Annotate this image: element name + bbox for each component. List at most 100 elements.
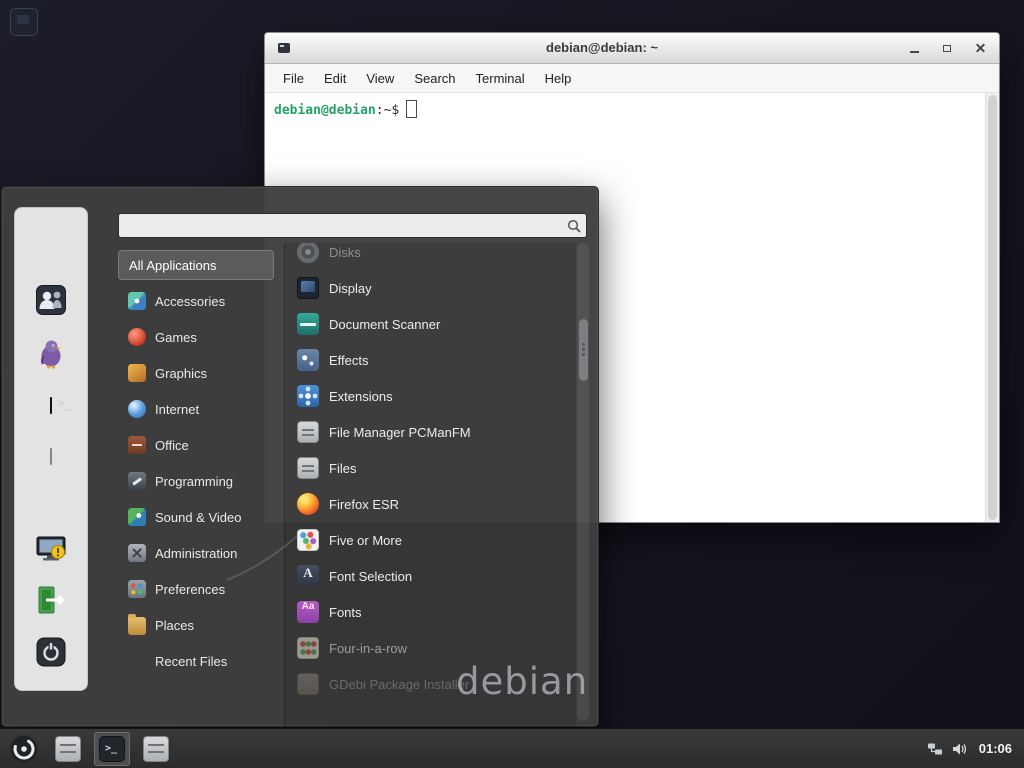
- category-internet[interactable]: Internet: [118, 391, 274, 427]
- file-manager-icon: [55, 736, 81, 762]
- category-list: All Applications Accessories Games Graph…: [118, 247, 274, 679]
- taskbar-terminal-button[interactable]: [94, 732, 130, 766]
- app-item-document-scanner[interactable]: Document Scanner: [285, 306, 576, 342]
- pidgin-icon: [34, 336, 68, 370]
- app-item-font-selection[interactable]: Font Selection: [285, 558, 576, 594]
- favorite-logout[interactable]: [34, 583, 68, 617]
- volume-icon[interactable]: [951, 741, 967, 757]
- menu-view[interactable]: View: [356, 66, 404, 91]
- terminal-titlebar[interactable]: debian@debian: ~: [265, 33, 999, 64]
- application-list: Disks Display Document Scanner Effects E…: [284, 243, 576, 727]
- preferences-icon: [128, 580, 146, 598]
- menu-help[interactable]: Help: [535, 66, 582, 91]
- category-recent-files[interactable]: Recent Files: [118, 643, 274, 679]
- taskbar-file-manager-button[interactable]: [50, 732, 86, 766]
- search-input[interactable]: [123, 215, 564, 236]
- menu-button[interactable]: [6, 732, 42, 766]
- app-item-file-manager-pcmanfm[interactable]: File Manager PCManFM: [285, 414, 576, 450]
- app-item-five-or-more[interactable]: Five or More: [285, 522, 576, 558]
- gdebi-icon: [297, 673, 319, 695]
- desktop: debian@debian: ~ File Edit View Search T…: [0, 0, 1024, 768]
- category-accessories[interactable]: Accessories: [118, 283, 274, 319]
- menu-terminal[interactable]: Terminal: [466, 66, 535, 91]
- favorite-file-cabinet[interactable]: [34, 439, 68, 473]
- prompt-suffix: :~$: [376, 103, 399, 118]
- favorite-terminal[interactable]: [34, 388, 68, 422]
- category-administration[interactable]: Administration: [118, 535, 274, 571]
- four-in-a-row-icon: [297, 637, 319, 659]
- desktop-shortcut-icon[interactable]: [10, 8, 38, 36]
- app-item-four-in-a-row[interactable]: Four-in-a-row: [285, 630, 576, 666]
- font-selection-icon: [297, 565, 319, 587]
- category-programming[interactable]: Programming: [118, 463, 274, 499]
- applications-scrollbar[interactable]: [577, 243, 589, 721]
- taskbar-files-button[interactable]: [138, 732, 174, 766]
- file-manager-icon: [297, 421, 319, 443]
- internet-icon: [128, 400, 146, 418]
- accessories-icon: [128, 292, 146, 310]
- games-icon: [128, 328, 146, 346]
- file-cabinet-icon: [50, 448, 52, 465]
- category-games[interactable]: Games: [118, 319, 274, 355]
- favorites-panel: [14, 207, 88, 691]
- favorite-shutdown[interactable]: [34, 635, 68, 669]
- recent-files-icon: [128, 652, 146, 670]
- firefox-icon: [297, 493, 319, 515]
- category-all-applications[interactable]: All Applications: [118, 250, 274, 280]
- effects-icon: [297, 349, 319, 371]
- app-item-effects[interactable]: Effects: [285, 342, 576, 378]
- taskbar: 01:06: [0, 728, 1024, 768]
- category-graphics[interactable]: Graphics: [118, 355, 274, 391]
- programming-icon: [128, 472, 146, 490]
- clock[interactable]: 01:06: [979, 741, 1012, 756]
- distro-logo-icon: [9, 734, 39, 764]
- fonts-icon: [297, 601, 319, 623]
- category-sound-video[interactable]: Sound & Video: [118, 499, 274, 535]
- users-icon: [34, 283, 68, 317]
- sound-video-icon: [128, 508, 146, 526]
- files-icon: [143, 736, 169, 762]
- applications-scrollbar-thumb[interactable]: [579, 319, 588, 381]
- shutdown-icon: [34, 635, 68, 669]
- terminal-window-icon: [278, 43, 290, 53]
- document-scanner-icon: [297, 313, 319, 335]
- favorite-users[interactable]: [34, 283, 68, 317]
- app-item-extensions[interactable]: Extensions: [285, 378, 576, 414]
- close-button[interactable]: [974, 42, 987, 55]
- favorite-pidgin[interactable]: [34, 336, 68, 370]
- display-icon: [297, 277, 319, 299]
- app-item-display[interactable]: Display: [285, 270, 576, 306]
- category-places[interactable]: Places: [118, 607, 274, 643]
- display-settings-icon: [34, 532, 68, 566]
- category-preferences[interactable]: Preferences: [118, 571, 274, 607]
- five-or-more-icon: [297, 529, 319, 551]
- terminal-menubar: File Edit View Search Terminal Help: [265, 64, 999, 93]
- app-item-disks[interactable]: Disks: [285, 243, 576, 270]
- terminal-scrollbar-thumb[interactable]: [988, 95, 997, 520]
- logout-icon: [34, 583, 68, 617]
- favorite-display-settings[interactable]: [34, 532, 68, 566]
- app-item-firefox-esr[interactable]: Firefox ESR: [285, 486, 576, 522]
- extensions-icon: [297, 385, 319, 407]
- application-menu: All Applications Accessories Games Graph…: [1, 186, 599, 727]
- places-icon: [128, 617, 146, 635]
- terminal-scrollbar[interactable]: [985, 93, 999, 522]
- terminal-icon: [50, 397, 52, 414]
- terminal-cursor: [406, 100, 417, 118]
- app-item-fonts[interactable]: Fonts: [285, 594, 576, 630]
- administration-icon: [128, 544, 146, 562]
- terminal-title: debian@debian: ~: [325, 33, 879, 63]
- prompt-user-host: debian@debian: [274, 103, 376, 118]
- search-box: [118, 213, 587, 238]
- menu-edit[interactable]: Edit: [314, 66, 356, 91]
- window-controls: [908, 33, 987, 63]
- category-office[interactable]: Office: [118, 427, 274, 463]
- maximize-button[interactable]: [941, 42, 954, 55]
- favorite-firefox[interactable]: [34, 232, 68, 266]
- app-item-files[interactable]: Files: [285, 450, 576, 486]
- network-icon[interactable]: [927, 741, 943, 757]
- menu-search[interactable]: Search: [404, 66, 465, 91]
- menu-file[interactable]: File: [273, 66, 314, 91]
- app-item-gdebi-package-installer[interactable]: GDebi Package Installer: [285, 666, 576, 702]
- minimize-button[interactable]: [908, 42, 921, 55]
